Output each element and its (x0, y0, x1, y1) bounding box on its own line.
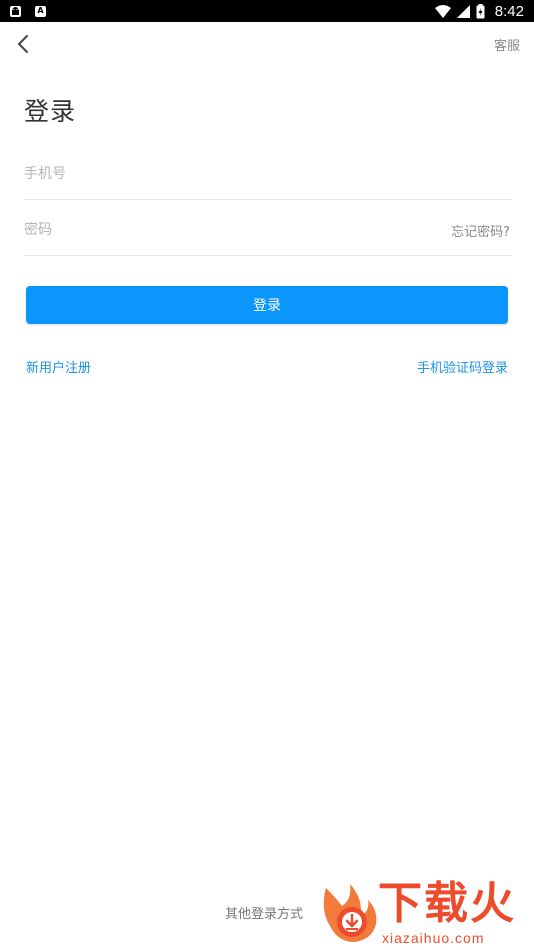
top-bar: 客服 (0, 22, 534, 66)
forgot-password-link[interactable]: 忘记密码? (451, 221, 510, 240)
phone-field (24, 148, 512, 200)
flame-logo-icon (323, 884, 377, 942)
sms-login-link[interactable]: 手机验证码登录 (417, 357, 508, 376)
watermark-title: 下载火 (378, 878, 516, 929)
signal-icon (456, 4, 470, 18)
phone-input[interactable] (24, 162, 404, 186)
wifi-icon (434, 4, 451, 18)
back-button[interactable] (14, 34, 34, 54)
page-title: 登录 (24, 97, 77, 126)
login-button[interactable]: 登录 (26, 286, 508, 324)
password-field: 忘记密码? (24, 204, 512, 256)
password-input[interactable] (24, 218, 404, 242)
a-icon: A (35, 5, 46, 17)
watermark-url: xiazaihuo.com (382, 930, 485, 946)
chevron-left-icon (18, 35, 28, 53)
register-link[interactable]: 新用户注册 (26, 357, 91, 376)
android-icon (10, 5, 21, 17)
other-login-methods-link[interactable]: 其他登录方式 (225, 903, 303, 922)
battery-icon (476, 3, 485, 18)
customer-service-link[interactable]: 客服 (494, 35, 520, 54)
status-right-icons: 8:42 (434, 2, 524, 20)
status-bar: A 8:42 (0, 0, 534, 22)
status-left-icons: A (10, 5, 46, 17)
watermark-logo: 下载火 xiazaihuo.com (316, 878, 534, 950)
status-time: 8:42 (494, 2, 524, 20)
